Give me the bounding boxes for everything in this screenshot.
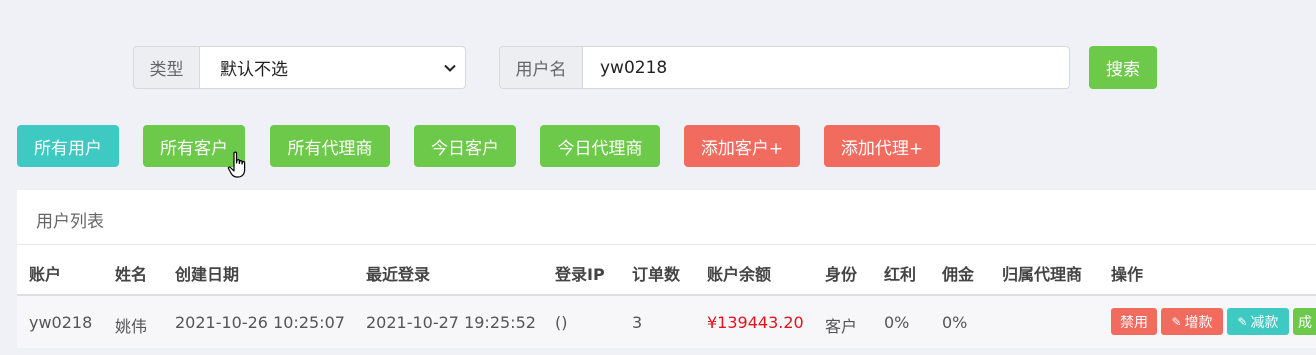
- type-select[interactable]: 默认不选: [199, 46, 466, 89]
- reduce-funds-button[interactable]: ✎ 减款: [1227, 308, 1289, 335]
- username-input-value: yw0218: [600, 57, 668, 78]
- all-agents-button[interactable]: 所有代理商: [270, 125, 390, 167]
- col-balance: 账户余额: [707, 265, 772, 284]
- panel-title: 用户列表: [36, 212, 104, 232]
- cell-name: 姚伟: [115, 317, 148, 336]
- hand-cursor-icon: [227, 151, 246, 178]
- more-action-button-label: 成: [1298, 314, 1312, 331]
- col-role: 身份: [825, 265, 858, 284]
- more-action-button[interactable]: 成: [1293, 308, 1316, 335]
- cell-created: 2021-10-26 10:25:07: [175, 313, 345, 332]
- add-agent-button[interactable]: 添加代理+: [824, 125, 940, 167]
- col-account: 账户: [29, 265, 62, 284]
- col-last-login: 最近登录: [366, 265, 431, 284]
- col-name: 姓名: [115, 265, 148, 284]
- col-agent: 归属代理商: [1002, 265, 1083, 284]
- col-commission: 佣金: [942, 265, 975, 284]
- add-customer-button[interactable]: 添加客户+: [684, 125, 800, 167]
- divider: [17, 244, 1316, 245]
- username-filter-label: 用户名: [499, 46, 582, 89]
- cell-login-ip: (): [555, 313, 568, 332]
- cell-account: yw0218: [29, 313, 93, 332]
- type-select-value: 默认不选: [220, 60, 288, 80]
- cell-role: 客户: [825, 317, 858, 336]
- col-orders: 订单数: [632, 265, 681, 284]
- today-agents-button[interactable]: 今日代理商: [540, 125, 660, 167]
- search-button[interactable]: 搜索: [1089, 46, 1157, 89]
- pencil-icon: ✎: [1237, 314, 1248, 329]
- user-list-panel: 用户列表 账户 姓名 创建日期 最近登录 登录IP 订单数 账户余额 身份 红利…: [17, 190, 1316, 348]
- chevron-down-icon: [444, 64, 456, 72]
- disable-button-label: 禁用: [1120, 314, 1148, 331]
- cell-balance: ¥139443.20: [707, 313, 804, 332]
- col-created: 创建日期: [175, 265, 240, 284]
- username-filter-group: 用户名 yw0218: [499, 46, 1070, 89]
- add-funds-button[interactable]: ✎ 增款: [1161, 308, 1223, 335]
- add-funds-button-label: 增款: [1184, 314, 1213, 331]
- pencil-icon: ✎: [1171, 314, 1182, 329]
- username-input[interactable]: yw0218: [582, 46, 1070, 89]
- reduce-funds-button-label: 减款: [1250, 314, 1279, 331]
- cell-orders: 3: [632, 313, 643, 332]
- type-filter-label: 类型: [133, 46, 199, 89]
- cell-last-login: 2021-10-27 19:25:52: [366, 313, 536, 332]
- col-ops: 操作: [1111, 265, 1144, 284]
- type-filter-group: 类型 默认不选: [133, 46, 466, 89]
- all-users-button[interactable]: 所有用户: [17, 125, 119, 167]
- cell-bonus: 0%: [884, 313, 910, 332]
- cell-commission: 0%: [942, 313, 968, 332]
- col-bonus: 红利: [884, 265, 917, 284]
- today-customers-button[interactable]: 今日客户: [414, 125, 516, 167]
- col-login-ip: 登录IP: [555, 265, 605, 284]
- disable-button[interactable]: 禁用: [1111, 308, 1157, 335]
